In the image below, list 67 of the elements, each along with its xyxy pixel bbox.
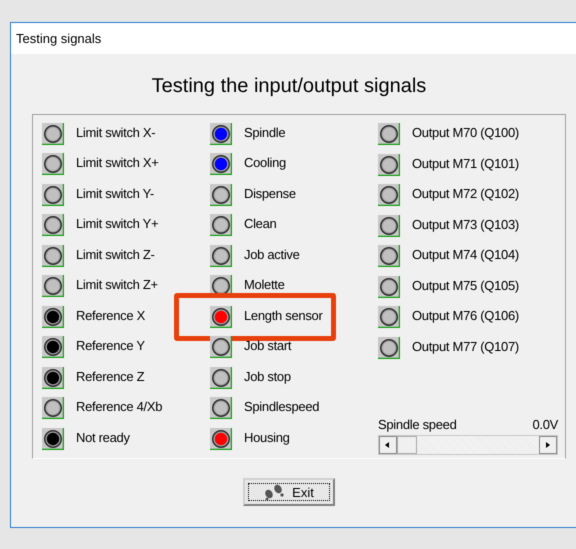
led-icon (210, 306, 232, 328)
signal-label: Output M74 (Q104) (412, 247, 519, 262)
signal-label: Output M76 (Q106) (412, 308, 519, 323)
led-icon (210, 336, 232, 358)
signal-label: Dispense (244, 186, 296, 201)
led-icon (378, 154, 400, 176)
led-icon (210, 397, 232, 420)
led-icon (378, 276, 400, 298)
led-icon (210, 366, 232, 389)
led-icon (210, 244, 232, 267)
led-icon (210, 153, 232, 176)
window-title: Testing signals (16, 31, 102, 46)
signal-label: Output M70 (Q100) (412, 125, 519, 140)
signal-label: Molette (244, 277, 285, 292)
led-icon (42, 244, 64, 267)
signal-label: Limit switch Y+ (76, 216, 158, 232)
led-icon (210, 428, 232, 450)
signal-label: Reference 4/Xb (76, 399, 162, 414)
signal-label: Not ready (76, 430, 130, 445)
exit-button[interactable]: Exit (243, 478, 335, 506)
speed-label: Spindle speed (378, 417, 456, 432)
signal-label: Reference X (76, 308, 145, 323)
signal-label: Cooling (244, 155, 286, 170)
signal-label: Clean (244, 216, 276, 232)
signal-label: Output M75 (Q105) (412, 278, 519, 292)
slider-thumb[interactable] (397, 436, 417, 454)
led-icon (42, 306, 64, 328)
signal-label: Job active (244, 246, 300, 262)
led-icon (378, 184, 400, 206)
led-icon (42, 336, 64, 358)
signal-label: Limit switch Z- (76, 246, 155, 262)
speed-slider[interactable] (378, 435, 558, 455)
led-icon (378, 245, 400, 267)
led-icon (42, 153, 64, 176)
led-icon (42, 428, 64, 450)
signal-label: Limit switch X- (76, 125, 156, 140)
led-icon (378, 123, 400, 145)
led-icon (42, 123, 64, 145)
led-icon (378, 306, 400, 328)
signal-label: Spindlespeed (244, 399, 320, 414)
signal-label: Output M73 (Q103) (412, 216, 519, 232)
led-icon (42, 397, 64, 420)
led-icon (378, 214, 400, 236)
signal-label: Limit switch X+ (76, 155, 159, 170)
signal-label: Reference Y (76, 338, 145, 354)
led-icon (42, 366, 64, 389)
heading: Testing the input/output signals (150, 74, 428, 99)
signal-label: Output M77 (Q107) (412, 338, 519, 354)
led-icon (210, 214, 232, 236)
signal-label: Job start (244, 338, 292, 354)
footprints-icon (264, 484, 286, 500)
signal-label: Output M71 (Q101) (412, 156, 519, 170)
led-icon (378, 336, 400, 358)
signal-label: Job stop (244, 368, 291, 384)
led-icon (42, 214, 64, 236)
led-icon (42, 184, 64, 206)
led-icon (210, 184, 232, 206)
signal-label: Length sensor (244, 308, 322, 323)
signal-label: Housing (244, 430, 290, 445)
signal-label: Output M72 (Q102) (412, 186, 519, 201)
signal-label: Limit switch Y- (76, 186, 154, 201)
signal-label: Limit switch Z+ (76, 277, 158, 292)
led-icon (42, 275, 64, 298)
signal-label: Reference Z (76, 368, 144, 384)
speed-reading: 0.0V (532, 417, 558, 432)
led-icon (210, 123, 232, 145)
signal-label: Spindle (244, 125, 286, 140)
